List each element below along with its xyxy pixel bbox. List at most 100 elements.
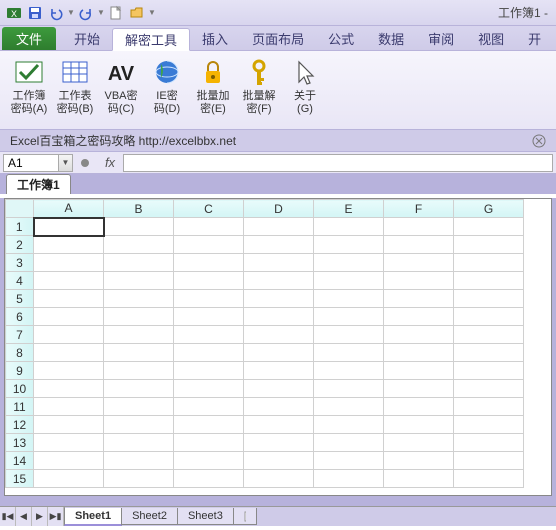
cell[interactable]: [454, 380, 524, 398]
cell[interactable]: [454, 290, 524, 308]
cell[interactable]: [34, 254, 104, 272]
cell[interactable]: [314, 416, 384, 434]
row-header[interactable]: 11: [6, 398, 34, 416]
cell[interactable]: [454, 452, 524, 470]
cell[interactable]: [104, 290, 174, 308]
save-icon[interactable]: [25, 3, 45, 23]
cell[interactable]: [104, 452, 174, 470]
column-header[interactable]: E: [314, 200, 384, 218]
row-header[interactable]: 7: [6, 326, 34, 344]
cell[interactable]: [454, 254, 524, 272]
cell[interactable]: [454, 236, 524, 254]
cell[interactable]: [314, 362, 384, 380]
sheet-nav-first[interactable]: ▮◀: [0, 507, 16, 526]
sheet-tab[interactable]: Sheet1: [64, 508, 122, 526]
column-header[interactable]: A: [34, 200, 104, 218]
cell[interactable]: [384, 272, 454, 290]
cell[interactable]: [384, 434, 454, 452]
cell[interactable]: [34, 272, 104, 290]
cell[interactable]: [384, 308, 454, 326]
tab-more[interactable]: 开: [516, 27, 553, 50]
name-box-dropdown[interactable]: ▼: [59, 154, 73, 172]
cell[interactable]: [314, 290, 384, 308]
cell[interactable]: [454, 326, 524, 344]
cell[interactable]: [244, 272, 314, 290]
vba-password-button[interactable]: AV VBA密 码(C): [98, 53, 144, 129]
cell[interactable]: [454, 416, 524, 434]
workbook-password-button[interactable]: 工作簿 密码(A): [6, 53, 52, 129]
cell[interactable]: [244, 452, 314, 470]
cell[interactable]: [314, 344, 384, 362]
cell[interactable]: [174, 470, 244, 488]
cell[interactable]: [104, 398, 174, 416]
cell[interactable]: [174, 218, 244, 236]
cell[interactable]: [384, 344, 454, 362]
tab-insert[interactable]: 插入: [190, 27, 240, 50]
batch-decrypt-button[interactable]: 批量解 密(F): [236, 53, 282, 129]
tab-decrypt-tools[interactable]: 解密工具: [112, 28, 190, 51]
cell[interactable]: [244, 398, 314, 416]
sheet-nav-prev[interactable]: ◀: [16, 507, 32, 526]
column-header[interactable]: F: [384, 200, 454, 218]
tab-formulas[interactable]: 公式: [316, 27, 366, 50]
cell[interactable]: [104, 272, 174, 290]
row-header[interactable]: 4: [6, 272, 34, 290]
row-header[interactable]: 2: [6, 236, 34, 254]
cell[interactable]: [104, 434, 174, 452]
cell[interactable]: [314, 272, 384, 290]
cell[interactable]: [454, 344, 524, 362]
cell[interactable]: [174, 362, 244, 380]
cell[interactable]: [244, 344, 314, 362]
cell[interactable]: [384, 218, 454, 236]
cell[interactable]: [384, 326, 454, 344]
cell[interactable]: [314, 398, 384, 416]
cell[interactable]: [384, 236, 454, 254]
undo-icon[interactable]: [46, 3, 66, 23]
row-header[interactable]: 5: [6, 290, 34, 308]
fx-label[interactable]: fx: [97, 155, 123, 170]
cell[interactable]: [34, 398, 104, 416]
cell[interactable]: [314, 218, 384, 236]
cell[interactable]: [104, 470, 174, 488]
worksheet-password-button[interactable]: 工作表 密码(B): [52, 53, 98, 129]
cell[interactable]: [384, 290, 454, 308]
row-header[interactable]: 6: [6, 308, 34, 326]
cell[interactable]: [384, 452, 454, 470]
cell[interactable]: [244, 362, 314, 380]
cell[interactable]: [454, 218, 524, 236]
cell[interactable]: [34, 434, 104, 452]
tab-review[interactable]: 审阅: [416, 27, 466, 50]
row-header[interactable]: 8: [6, 344, 34, 362]
cell[interactable]: [314, 452, 384, 470]
cell[interactable]: [174, 416, 244, 434]
cell[interactable]: [244, 470, 314, 488]
cell[interactable]: [314, 470, 384, 488]
cell[interactable]: [314, 434, 384, 452]
cell[interactable]: [454, 272, 524, 290]
cell[interactable]: [174, 344, 244, 362]
row-header[interactable]: 12: [6, 416, 34, 434]
dropdown-caret-icon[interactable]: ▼: [148, 8, 156, 17]
cell[interactable]: [174, 308, 244, 326]
excel-icon[interactable]: X: [4, 3, 24, 23]
cell[interactable]: [384, 254, 454, 272]
cell[interactable]: [314, 254, 384, 272]
cell[interactable]: [384, 398, 454, 416]
cell[interactable]: [34, 308, 104, 326]
cell[interactable]: [104, 308, 174, 326]
cell[interactable]: [174, 434, 244, 452]
tab-view[interactable]: 视图: [466, 27, 516, 50]
cell[interactable]: [174, 398, 244, 416]
workbook-tab[interactable]: 工作簿1: [6, 174, 71, 194]
tab-data[interactable]: 数据: [366, 27, 416, 50]
cell[interactable]: [174, 236, 244, 254]
cell[interactable]: [384, 470, 454, 488]
cell[interactable]: [454, 308, 524, 326]
cell[interactable]: [384, 416, 454, 434]
cell[interactable]: [454, 470, 524, 488]
cell[interactable]: [104, 344, 174, 362]
cell[interactable]: [34, 290, 104, 308]
cell[interactable]: [244, 434, 314, 452]
cell[interactable]: [34, 362, 104, 380]
info-close-icon[interactable]: [532, 134, 546, 148]
